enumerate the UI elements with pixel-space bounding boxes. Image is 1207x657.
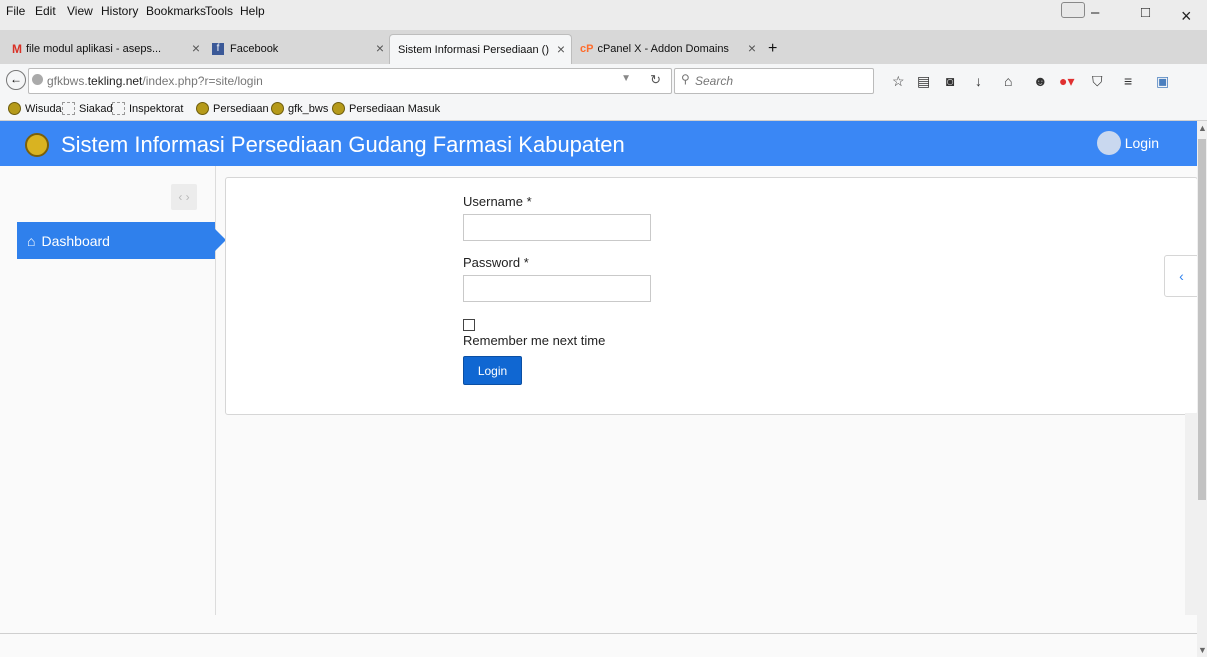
back-button[interactable]: ← xyxy=(6,70,26,90)
menu-help[interactable]: Help xyxy=(240,4,265,18)
gmail-icon: M xyxy=(12,42,22,56)
bookmark-gfk-bws[interactable]: gfk_bws xyxy=(271,102,328,115)
menu-tools[interactable]: Tools xyxy=(205,4,233,18)
search-placeholder: Search xyxy=(695,74,734,88)
tab-bar: M file modul aplikasi - aseps... × f Fac… xyxy=(0,30,1207,64)
remember-me-label: Remember me next time xyxy=(463,333,606,348)
tab-label: cPanel X - Addon Domains xyxy=(597,43,729,55)
bookmark-label: Inspektorat xyxy=(129,102,184,115)
download-icon[interactable]: ↓ xyxy=(975,73,982,89)
url-prefix: gfkbws. xyxy=(47,74,88,88)
user-login-label: Login xyxy=(1124,135,1159,151)
bookmark-wisuda[interactable]: Wisuda xyxy=(8,102,62,115)
bookmark-favicon-icon xyxy=(332,102,345,115)
info-icon xyxy=(32,74,43,85)
password-input[interactable] xyxy=(463,275,651,302)
home-icon[interactable]: ⌂ xyxy=(1004,73,1012,89)
close-icon[interactable]: × xyxy=(192,40,200,56)
bookmark-favicon-icon xyxy=(271,102,284,115)
login-card: Username * Password * Remember me next t… xyxy=(225,177,1197,415)
menu-file[interactable]: File xyxy=(6,4,25,18)
bookmark-persediaan-masuk[interactable]: Persediaan Masuk xyxy=(332,102,440,115)
new-tab-button[interactable]: + xyxy=(768,34,788,64)
app-title: Sistem Informasi Persediaan Gudang Farma… xyxy=(61,132,625,157)
sidebar-item-label: Dashboard xyxy=(41,232,110,249)
avatar xyxy=(1096,131,1121,155)
bookmark-label: Siakad xyxy=(79,102,113,115)
url-path: /index.php?r=site/login xyxy=(142,74,263,88)
chat-icon[interactable]: ☻ xyxy=(1033,73,1048,89)
bookmark-label: Persediaan Masuk xyxy=(349,102,441,115)
sidebar-item-dashboard[interactable]: ⌂ Dashboard xyxy=(17,222,226,259)
pocket-icon[interactable]: ◙ xyxy=(946,73,954,89)
search-bar[interactable]: ⚲ Search xyxy=(674,68,874,94)
url-domain: tekling.net xyxy=(87,74,143,88)
password-label: Password * xyxy=(463,255,529,270)
restore-button[interactable]: □ xyxy=(1141,4,1150,21)
bookmark-label: gfk_bws xyxy=(288,102,329,115)
sidebar: ‹ › ⌂ Dashboard xyxy=(0,166,226,615)
url-bar[interactable]: gfkbws.tekling.net/index.php?r=site/logi… xyxy=(28,68,672,94)
tab-label: file modul aplikasi - aseps... xyxy=(26,43,162,55)
dropdown-icon[interactable]: ▼ xyxy=(621,73,631,84)
scrollbar-thumb[interactable] xyxy=(1198,139,1206,500)
tab-cpanel[interactable]: cP cPanel X - Addon Domains × xyxy=(580,34,760,64)
bookmark-label: Persediaan xyxy=(213,102,269,115)
tab-label: Facebook xyxy=(230,43,279,55)
chevron-left-icon: ‹ xyxy=(1179,268,1184,284)
reading-list-icon[interactable]: ▤ xyxy=(917,73,930,90)
menu-bookmarks[interactable]: Bookmarks xyxy=(146,4,206,18)
app-header: Sistem Informasi Persediaan Gudang Farma… xyxy=(0,121,1197,166)
home-icon: ⌂ xyxy=(27,232,36,249)
close-icon[interactable]: × xyxy=(557,41,565,57)
close-window-button[interactable]: × xyxy=(1181,6,1192,27)
shield-icon[interactable]: ⛉ xyxy=(1092,73,1103,90)
navigation-bar: ← gfkbws.tekling.net/index.php?r=site/lo… xyxy=(0,64,1207,98)
menu-view[interactable]: View xyxy=(67,4,93,18)
logo-icon xyxy=(25,133,49,157)
username-label: Username * xyxy=(463,194,532,209)
close-icon[interactable]: × xyxy=(748,40,756,56)
login-button[interactable]: Login xyxy=(463,356,522,385)
reload-icon[interactable]: ↻ xyxy=(650,72,661,88)
remember-me-checkbox[interactable] xyxy=(463,319,475,331)
tab-label: Sistem Informasi Persediaan () xyxy=(398,43,549,56)
bookmark-favicon-icon xyxy=(8,102,21,115)
minimize-button[interactable]: – xyxy=(1091,4,1099,21)
menu-edit[interactable]: Edit xyxy=(35,4,56,18)
user-login-menu[interactable]: Login xyxy=(1096,131,1159,155)
close-icon[interactable]: × xyxy=(376,40,384,56)
bookmark-label: Wisuda xyxy=(25,102,62,115)
tab-sistem-informasi[interactable]: Sistem Informasi Persediaan () × xyxy=(389,34,572,64)
vertical-scrollbar[interactable]: ▲ ▼ xyxy=(1197,121,1207,657)
sidebar-toggle-button[interactable]: ‹ › xyxy=(171,184,197,210)
tab-facebook[interactable]: f Facebook × xyxy=(212,34,388,64)
page-icon xyxy=(112,102,125,115)
username-input[interactable] xyxy=(463,214,651,241)
menu-icon[interactable]: ≡ xyxy=(1124,73,1132,89)
scroll-down-icon[interactable]: ▼ xyxy=(1198,645,1207,655)
scroll-up-icon[interactable]: ▲ xyxy=(1198,123,1207,133)
bookmark-siakad[interactable]: Siakad xyxy=(62,102,113,115)
sidebar-toggle-icon[interactable] xyxy=(1061,2,1085,18)
bookmark-inspektorat[interactable]: Inspektorat xyxy=(112,102,183,115)
bookmark-star-icon[interactable]: ☆ xyxy=(892,73,905,90)
page-icon xyxy=(62,102,75,115)
menu-history[interactable]: History xyxy=(101,4,138,18)
tab-gmail[interactable]: M file modul aplikasi - aseps... × xyxy=(12,34,202,64)
page-content: Sistem Informasi Persediaan Gudang Farma… xyxy=(0,121,1197,657)
bookmark-persediaan[interactable]: Persediaan xyxy=(196,102,269,115)
collapse-panel-button[interactable]: ‹ xyxy=(1164,255,1197,297)
search-icon: ⚲ xyxy=(681,72,690,86)
facebook-icon: f xyxy=(212,43,224,55)
screenshot-icon[interactable]: ▣ xyxy=(1156,73,1169,90)
footer-divider xyxy=(0,633,1197,634)
bookmark-favicon-icon xyxy=(196,102,209,115)
right-gutter xyxy=(1185,413,1197,615)
cpanel-icon: cP xyxy=(580,43,594,55)
menu-bar: File Edit View History Bookmarks Tools H… xyxy=(0,0,1207,30)
bookmarks-bar: Wisuda Siakad Inspektorat Persediaan gfk… xyxy=(0,98,1207,121)
adblock-icon[interactable]: ●▾ xyxy=(1059,73,1074,90)
